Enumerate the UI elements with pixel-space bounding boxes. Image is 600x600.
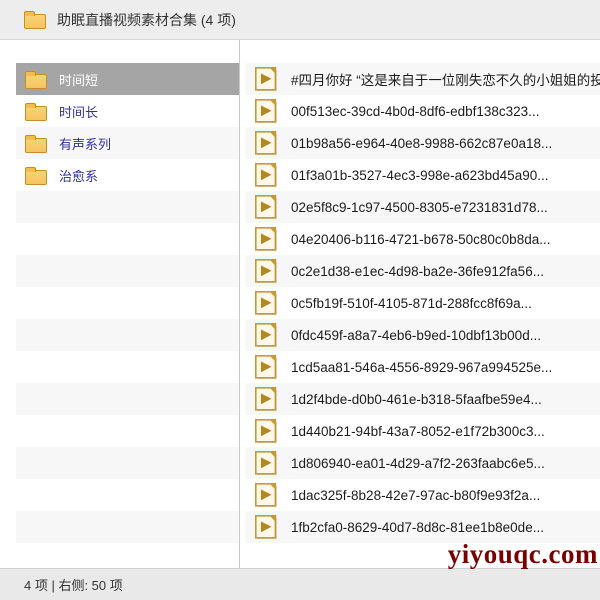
video-play-icon	[255, 387, 277, 411]
file-name: 1d806940-ea01-4d29-a7f2-263faabc6e5...	[291, 455, 545, 471]
file-item[interactable]: 1dac325f-8b28-42e7-97ac-b80f9e93f2a...	[245, 479, 600, 511]
file-name: 0c2e1d38-e1ec-4d98-ba2e-36fe912fa56...	[291, 263, 544, 279]
sidebar-empty-row	[16, 447, 239, 479]
video-play-icon	[255, 515, 277, 539]
sidebar-empty-row	[16, 191, 239, 223]
video-play-icon	[255, 483, 277, 507]
file-name: 1cd5aa81-546a-4556-8929-967a994525e...	[291, 359, 553, 375]
file-item[interactable]: 1d2f4bde-d0b0-461e-b318-5faafbe59e4...	[245, 383, 600, 415]
sidebar-item[interactable]: 时间短	[16, 63, 239, 95]
file-name: 1dac325f-8b28-42e7-97ac-b80f9e93f2a...	[291, 487, 541, 503]
sidebar-empty-row	[16, 383, 239, 415]
file-name: 04e20406-b116-4721-b678-50c80c0b8da...	[291, 231, 551, 247]
header-bar: 助眠直播视频素材合集 (4 项)	[0, 0, 600, 40]
video-play-icon	[255, 67, 277, 91]
file-name: #四月你好 “这是来自于一位刚失恋不久的小姐姐的投稿，看完感	[291, 73, 600, 88]
sidebar-item-label: 时间长	[59, 104, 99, 120]
sidebar-item-label: 时间短	[59, 72, 99, 88]
main-area: 时间短 时间长 有声系列 治愈系 #四月你好 “这是来自于一位刚失恋不久的小姐姐…	[0, 40, 600, 568]
video-play-icon	[255, 163, 277, 187]
file-item[interactable]: 0c2e1d38-e1ec-4d98-ba2e-36fe912fa56...	[245, 255, 600, 287]
file-item[interactable]: 0fdc459f-a8a7-4eb6-b9ed-10dbf13b00d...	[245, 319, 600, 351]
file-item[interactable]: 04e20406-b116-4721-b678-50c80c0b8da...	[245, 223, 600, 255]
video-play-icon	[255, 355, 277, 379]
sidebar-empty-row	[16, 255, 239, 287]
status-bar: 4 项 | 右侧: 50 项	[0, 568, 600, 600]
video-play-icon	[255, 419, 277, 443]
video-play-icon	[255, 323, 277, 347]
watermark: yiyouqc.com	[447, 539, 598, 569]
file-name: 00f513ec-39cd-4b0d-8df6-edbf138c323...	[291, 103, 540, 119]
folder-icon	[25, 70, 47, 89]
sidebar-empty-row	[16, 479, 239, 511]
status-text: 4 项 | 右侧: 50 项	[24, 578, 123, 593]
file-name: 02e5f8c9-1c97-4500-8305-e7231831d78...	[291, 199, 548, 215]
sidebar-item[interactable]: 治愈系	[16, 159, 239, 191]
video-play-icon	[255, 131, 277, 155]
file-item[interactable]: 1cd5aa81-546a-4556-8929-967a994525e...	[245, 351, 600, 383]
file-item[interactable]: #四月你好 “这是来自于一位刚失恋不久的小姐姐的投稿，看完感	[245, 63, 600, 95]
sidebar-empty-row	[16, 415, 239, 447]
file-item[interactable]: 1d806940-ea01-4d29-a7f2-263faabc6e5...	[245, 447, 600, 479]
file-name: 1fb2cfa0-8629-40d7-8d8c-81ee1b8e0de...	[291, 519, 544, 535]
file-name: 1d2f4bde-d0b0-461e-b318-5faafbe59e4...	[291, 391, 542, 407]
file-item[interactable]: 1d440b21-94bf-43a7-8052-e1f72b300c3...	[245, 415, 600, 447]
file-name: 01b98a56-e964-40e8-9988-662c87e0a18...	[291, 135, 553, 151]
header-title: 助眠直播视频素材合集 (4 项)	[57, 11, 236, 28]
folder-icon	[25, 166, 47, 185]
file-item[interactable]: 01f3a01b-3527-4ec3-998e-a623bd45a90...	[245, 159, 600, 191]
sidebar-list: 时间短 时间长 有声系列 治愈系	[0, 63, 239, 543]
video-play-icon	[255, 451, 277, 475]
video-play-icon	[255, 291, 277, 315]
video-play-icon	[255, 99, 277, 123]
file-list-panel: #四月你好 “这是来自于一位刚失恋不久的小姐姐的投稿，看完感 00f513ec-…	[245, 40, 600, 568]
video-play-icon	[255, 195, 277, 219]
sidebar-empty-row	[16, 511, 239, 543]
file-item[interactable]: 02e5f8c9-1c97-4500-8305-e7231831d78...	[245, 191, 600, 223]
sidebar-item[interactable]: 时间长	[16, 95, 239, 127]
file-manager-window: 助眠直播视频素材合集 (4 项) 时间短 时间长 有声系列 治愈系 #四月你好 …	[0, 0, 600, 600]
file-list: #四月你好 “这是来自于一位刚失恋不久的小姐姐的投稿，看完感 00f513ec-…	[245, 63, 600, 543]
folder-icon	[24, 11, 46, 29]
video-play-icon	[255, 227, 277, 251]
file-name: 0fdc459f-a8a7-4eb6-b9ed-10dbf13b00d...	[291, 327, 541, 343]
video-play-icon	[255, 259, 277, 283]
sidebar-empty-row	[16, 319, 239, 351]
sidebar-empty-row	[16, 351, 239, 383]
sidebar-item[interactable]: 有声系列	[16, 127, 239, 159]
folder-icon	[25, 134, 47, 153]
file-name: 1d440b21-94bf-43a7-8052-e1f72b300c3...	[291, 423, 545, 439]
sidebar-item-label: 治愈系	[59, 168, 99, 184]
file-name: 0c5fb19f-510f-4105-871d-288fcc8f69a...	[291, 295, 532, 311]
file-name: 01f3a01b-3527-4ec3-998e-a623bd45a90...	[291, 167, 549, 183]
sidebar-empty-row	[16, 287, 239, 319]
file-item[interactable]: 0c5fb19f-510f-4105-871d-288fcc8f69a...	[245, 287, 600, 319]
file-item[interactable]: 00f513ec-39cd-4b0d-8df6-edbf138c323...	[245, 95, 600, 127]
folder-icon	[25, 102, 47, 121]
file-item[interactable]: 01b98a56-e964-40e8-9988-662c87e0a18...	[245, 127, 600, 159]
sidebar-panel: 时间短 时间长 有声系列 治愈系	[0, 40, 240, 568]
sidebar-empty-row	[16, 223, 239, 255]
sidebar-item-label: 有声系列	[59, 136, 112, 152]
